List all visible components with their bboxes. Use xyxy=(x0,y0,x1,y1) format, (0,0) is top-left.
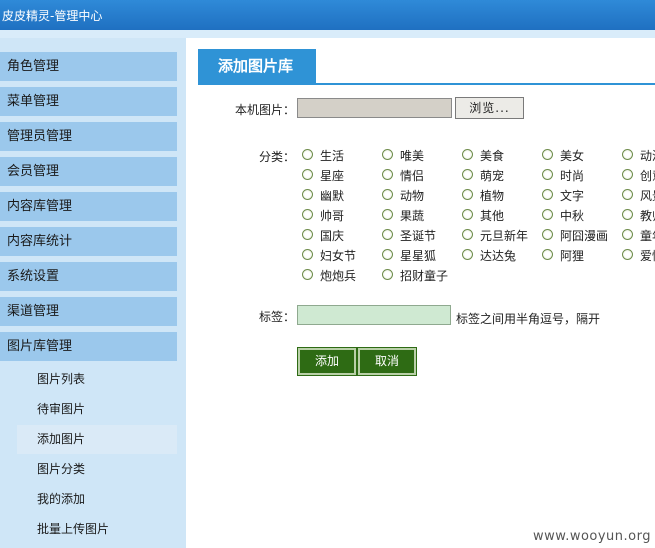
radio-circle-icon[interactable] xyxy=(302,249,313,260)
menu-item-content-stats[interactable]: 内容库统计 xyxy=(0,227,177,256)
submenu-pending-images[interactable]: 待审图片 xyxy=(17,395,177,424)
radio-circle-icon[interactable] xyxy=(382,249,393,260)
browse-button[interactable]: 浏览... xyxy=(455,97,524,119)
menu-item-member[interactable]: 会员管理 xyxy=(0,157,177,186)
radio-circle-icon[interactable] xyxy=(622,229,633,240)
main-panel: 添加图片库 本机图片： 浏览... 分类： 生活 唯美 美食 美女 动漫星座 情侣 萌宠 时尚… xyxy=(186,38,655,548)
category-radio-label: 爱情 xyxy=(640,249,655,263)
radio-circle-icon[interactable] xyxy=(302,149,313,160)
radio-circle-icon[interactable] xyxy=(542,189,553,200)
category-radio-label: 招财童子 xyxy=(400,269,449,283)
radio-circle-icon[interactable] xyxy=(542,249,553,260)
tab-underline xyxy=(198,83,655,85)
category-radio-label: 中秋 xyxy=(560,209,585,223)
category-radio-label: 文字 xyxy=(560,189,585,203)
radio-circle-icon[interactable] xyxy=(382,149,393,160)
radio-circle-icon[interactable] xyxy=(622,149,633,160)
radio-circle-icon[interactable] xyxy=(302,189,313,200)
category-radio-label: 星星狐 xyxy=(400,249,437,263)
radio-circle-icon[interactable] xyxy=(302,229,313,240)
radio-circle-icon[interactable] xyxy=(622,169,633,180)
radio-circle-icon[interactable] xyxy=(462,209,473,220)
add-button[interactable]: 添加 xyxy=(297,347,357,376)
radio-circle-icon[interactable] xyxy=(542,149,553,160)
radio-circle-icon[interactable] xyxy=(622,189,633,200)
category-radio-label: 国庆 xyxy=(320,229,345,243)
category-radio-label: 动物 xyxy=(400,189,425,203)
app-title: 皮皮精灵-管理中心 xyxy=(2,9,103,23)
category-radio-label: 植物 xyxy=(480,189,505,203)
radio-circle-icon[interactable] xyxy=(382,169,393,180)
category-radio-label: 时尚 xyxy=(560,169,585,183)
radio-circle-icon[interactable] xyxy=(542,169,553,180)
radio-circle-icon[interactable] xyxy=(462,149,473,160)
category-radio-label: 童年 xyxy=(640,229,655,243)
category-radio-label: 美女 xyxy=(560,149,585,163)
category-radio-label: 风景 xyxy=(640,189,655,203)
category-radio-label: 阿狸 xyxy=(560,249,585,263)
category-radio-label: 动漫 xyxy=(640,149,655,163)
category-radio-label: 炮炮兵 xyxy=(320,269,357,283)
menu-item-menu[interactable]: 菜单管理 xyxy=(0,87,177,116)
submenu-image-list[interactable]: 图片列表 xyxy=(17,365,177,394)
category-radio-label: 帅哥 xyxy=(320,209,345,223)
category-radio-label: 阿囧漫画 xyxy=(560,229,609,243)
tag-hint: 标签之间用半角逗号，隔开 xyxy=(456,312,601,326)
category-label: 分类： xyxy=(259,150,296,164)
category-radio-label: 元旦新年 xyxy=(480,229,529,243)
radio-circle-icon[interactable] xyxy=(622,249,633,260)
tag-label: 标签： xyxy=(259,310,296,324)
cancel-button[interactable]: 取消 xyxy=(357,347,417,376)
submenu-batch-upload[interactable]: 批量上传图片 xyxy=(17,515,177,544)
category-radio-label: 唯美 xyxy=(400,149,425,163)
radio-circle-icon[interactable] xyxy=(462,249,473,260)
radio-circle-icon[interactable] xyxy=(302,209,313,220)
radio-circle-icon[interactable] xyxy=(382,269,393,280)
radio-circle-icon[interactable] xyxy=(542,229,553,240)
category-radio-label: 美食 xyxy=(480,149,505,163)
tab-add-gallery[interactable]: 添加图片库 xyxy=(198,49,316,84)
category-radio-label: 达达兔 xyxy=(480,249,517,263)
category-radio-label: 果蔬 xyxy=(400,209,425,223)
category-radio-label: 情侣 xyxy=(400,169,425,183)
menu-item-channel[interactable]: 渠道管理 xyxy=(0,297,177,326)
category-radio-label: 生活 xyxy=(320,149,345,163)
submenu-add-image[interactable]: 添加图片 xyxy=(17,425,177,454)
category-radio-label: 其他 xyxy=(480,209,505,223)
radio-circle-icon[interactable] xyxy=(382,229,393,240)
radio-circle-icon[interactable] xyxy=(462,229,473,240)
menu-item-admin[interactable]: 管理员管理 xyxy=(0,122,177,151)
local-image-label: 本机图片： xyxy=(235,103,296,117)
category-radio-label: 圣诞节 xyxy=(400,229,437,243)
sidebar: 角色管理 菜单管理 管理员管理 会员管理 内容库管理 内容库统计 系统设置 渠道… xyxy=(0,38,186,548)
radio-circle-icon[interactable] xyxy=(302,269,313,280)
category-radio-label: 幽默 xyxy=(320,189,345,203)
category-radio-label: 创意 xyxy=(640,169,655,183)
category-radio-label: 萌宠 xyxy=(480,169,505,183)
tag-input[interactable] xyxy=(297,305,451,325)
file-path-field[interactable] xyxy=(297,98,452,118)
menu-item-gallery[interactable]: 图片库管理 xyxy=(0,332,177,361)
submenu-image-category[interactable]: 图片分类 xyxy=(17,455,177,484)
category-radio-label: 教师 xyxy=(640,209,655,223)
watermark: www.wooyun.org xyxy=(532,529,651,544)
top-header: 皮皮精灵-管理中心 xyxy=(0,0,655,30)
radio-circle-icon[interactable] xyxy=(382,189,393,200)
menu-item-content[interactable]: 内容库管理 xyxy=(0,192,177,221)
radio-circle-icon[interactable] xyxy=(382,209,393,220)
radio-circle-icon[interactable] xyxy=(622,209,633,220)
radio-circle-icon[interactable] xyxy=(462,189,473,200)
category-radio-label: 妇女节 xyxy=(320,249,357,263)
radio-circle-icon[interactable] xyxy=(542,209,553,220)
menu-item-role[interactable]: 角色管理 xyxy=(0,52,177,81)
category-radio-label: 星座 xyxy=(320,169,345,183)
radio-circle-icon[interactable] xyxy=(302,169,313,180)
menu-item-settings[interactable]: 系统设置 xyxy=(0,262,177,291)
header-strip xyxy=(0,30,655,38)
radio-circle-icon[interactable] xyxy=(462,169,473,180)
submenu-my-additions[interactable]: 我的添加 xyxy=(17,485,177,514)
